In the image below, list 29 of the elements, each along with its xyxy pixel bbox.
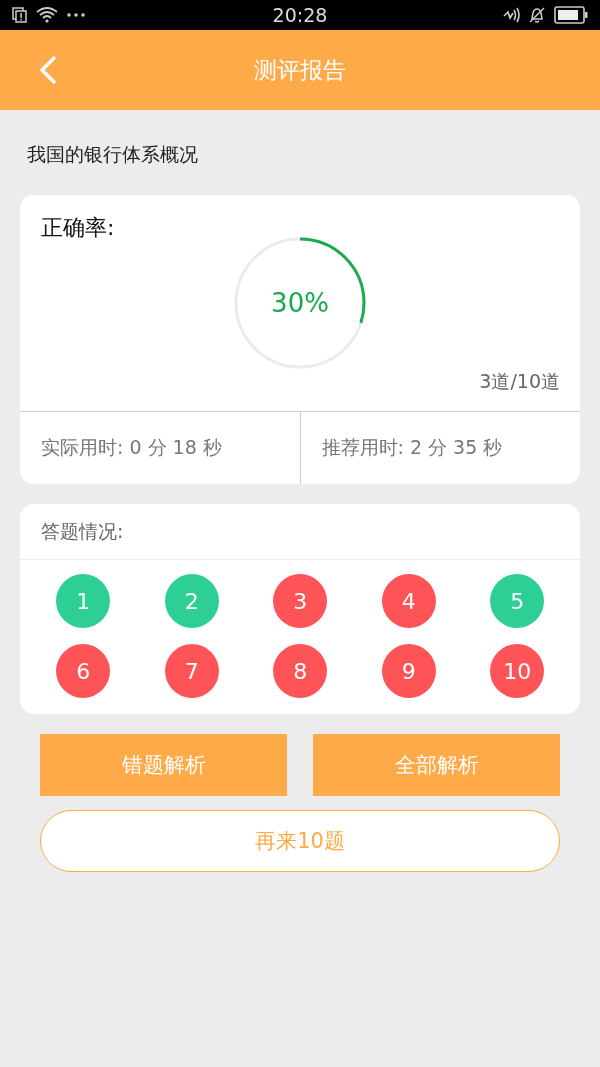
correct-count: 3道/10道 [479, 369, 560, 394]
answer-number[interactable]: 4 [381, 574, 436, 628]
status-time: 20:28 [271, 4, 329, 26]
answer-number[interactable]: 6 [56, 644, 111, 698]
answer-number[interactable]: 10 [490, 644, 545, 698]
answer-number[interactable]: 1 [56, 574, 111, 628]
quiz-title: 我国的银行体系概况 [26, 142, 199, 164]
analysis-button[interactable]: 错题解析 [40, 734, 287, 796]
back-icon[interactable] [38, 54, 58, 86]
answer-number[interactable]: 7 [164, 644, 219, 698]
recommended-time: 推荐用时: 2 分 35 秒 [299, 412, 580, 484]
accuracy-percent: 30% [271, 288, 329, 318]
answers-label: 答题情况: [41, 518, 124, 544]
notification-icon [12, 7, 28, 23]
actual-time: 实际用时: 0 分 18 秒 [40, 435, 223, 460]
battery-icon [554, 6, 588, 24]
more-icon [66, 12, 86, 18]
answer-number[interactable]: 2 [164, 574, 219, 628]
nfc-icon [502, 7, 520, 23]
answer-number[interactable]: 3 [273, 574, 328, 628]
accuracy-label: 正确率: [41, 214, 115, 242]
muted-bell-icon [528, 6, 546, 24]
answer-number[interactable]: 5 [490, 574, 545, 628]
page-title: 测评报告 [254, 55, 346, 85]
wifi-icon [36, 7, 58, 23]
analysis-button[interactable]: 全部解析 [313, 734, 560, 796]
answer-number[interactable]: 8 [273, 644, 328, 698]
answer-number[interactable]: 9 [381, 644, 436, 698]
retry-button[interactable]: 再来10题 [40, 810, 560, 872]
